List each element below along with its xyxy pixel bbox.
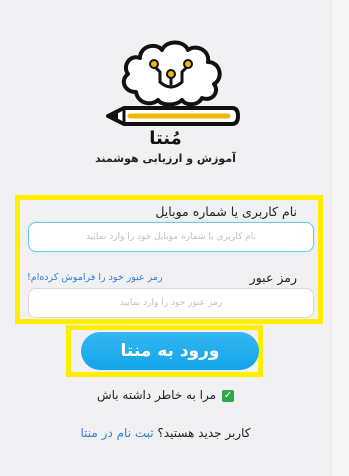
remember-me-label: مرا به خاطر داشته باش xyxy=(96,388,217,402)
remember-me-checkbox[interactable]: ✓ xyxy=(222,389,235,402)
brand-name: مُنتا xyxy=(149,128,182,149)
password-input[interactable] xyxy=(28,288,314,318)
forgot-password-link[interactable]: رمز عبور خود را فراموش کرده‌ام! xyxy=(27,272,163,283)
login-card: مُنتا آموزش و ارزیابی هوشمند نام کاربری … xyxy=(0,0,332,476)
login-button[interactable]: ورود به منتا xyxy=(81,332,259,370)
scrollbar[interactable] xyxy=(331,0,349,476)
username-input[interactable] xyxy=(28,222,314,252)
signup-link[interactable]: ثبت نام در منتا xyxy=(81,426,154,440)
username-label: نام کاربری یا شماره موبایل xyxy=(155,204,297,219)
remember-me-row: ✓ مرا به خاطر داشته باش xyxy=(0,388,331,402)
signup-question: کاربر جدید هستید؟ xyxy=(157,426,251,440)
signup-row: کاربر جدید هستید؟ ثبت نام در منتا xyxy=(0,426,331,440)
password-label: رمز عبور xyxy=(249,270,297,285)
brand-tagline: آموزش و ارزیابی هوشمند xyxy=(95,152,236,165)
